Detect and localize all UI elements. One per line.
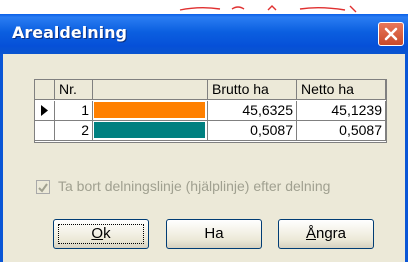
row-netto[interactable]: 0,5087 [297, 121, 386, 141]
focus-rect [58, 224, 144, 244]
angra-label-rest: ngra [315, 225, 347, 242]
row-brutto[interactable]: 0,5087 [208, 121, 297, 141]
angra-accel-key: Å [305, 225, 316, 242]
row-color-cell[interactable] [93, 101, 208, 121]
division-grid[interactable]: Nr. Brutto ha Netto ha 1 45,6325 45,1239… [34, 79, 387, 143]
ok-button[interactable]: Ok [53, 219, 149, 249]
remove-helper-line-label: Ta bort delningslinje (hjälplinje) efter… [58, 178, 331, 194]
row-brutto[interactable]: 45,6325 [208, 101, 297, 121]
remove-helper-line-checkbox[interactable] [36, 180, 50, 194]
row-color-cell[interactable] [93, 121, 208, 141]
row-nr[interactable]: 2 [55, 121, 93, 141]
dialog-title: Arealdelning [12, 23, 127, 42]
title-bar[interactable]: Arealdelning [0, 14, 408, 54]
header-indicator-cell [35, 80, 55, 100]
current-row-arrow-icon [41, 105, 48, 116]
window-frame-left [0, 54, 3, 262]
header-netto[interactable]: Netto ha [297, 80, 386, 100]
angra-button[interactable]: Ångra [278, 219, 374, 249]
header-nr[interactable]: Nr. [55, 80, 93, 100]
color-swatch [94, 122, 205, 138]
table-row[interactable]: 2 0,5087 0,5087 [35, 121, 386, 141]
header-color[interactable] [93, 80, 208, 100]
table-row[interactable]: 1 45,6325 45,1239 [35, 101, 386, 121]
grid-header-row: Nr. Brutto ha Netto ha [35, 80, 386, 100]
row-nr[interactable]: 1 [55, 101, 93, 121]
row-indicator [35, 121, 55, 141]
ha-button[interactable]: Ha [166, 219, 262, 249]
close-button[interactable] [378, 22, 404, 46]
color-swatch [94, 102, 205, 118]
ha-label: Ha [204, 225, 224, 242]
row-indicator [35, 101, 55, 121]
header-brutto[interactable]: Brutto ha [208, 80, 297, 100]
row-netto[interactable]: 45,1239 [297, 101, 386, 121]
checkmark-icon [38, 183, 48, 193]
close-icon [384, 27, 398, 41]
